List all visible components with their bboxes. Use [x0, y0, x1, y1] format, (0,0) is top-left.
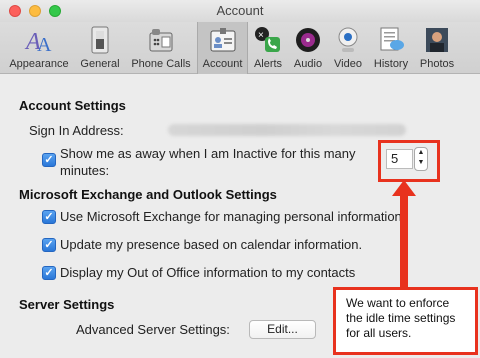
annotation-arrow — [400, 192, 408, 288]
advanced-server-settings-label: Advanced Server Settings: — [76, 322, 230, 337]
annotation-text: We want to enforce the idle time setting… — [336, 290, 475, 352]
svg-text:A: A — [37, 34, 52, 55]
edit-server-settings-button[interactable]: Edit... — [249, 320, 316, 339]
sign-in-address-value-redacted — [168, 124, 406, 136]
out-of-office-checkbox[interactable]: ✓ — [42, 266, 56, 280]
use-exchange-label: Use Microsoft Exchange for managing pers… — [60, 209, 402, 224]
tab-alerts[interactable]: × Alerts — [250, 22, 286, 74]
update-presence-label: Update my presence based on calendar inf… — [60, 237, 363, 252]
title-bar: Account — [0, 0, 480, 22]
update-presence-checkbox[interactable]: ✓ — [42, 238, 56, 252]
exchange-settings-heading: Microsoft Exchange and Outlook Settings — [19, 187, 277, 202]
out-of-office-label: Display my Out of Office information to … — [60, 265, 356, 280]
svg-text:×: × — [258, 30, 264, 41]
window-title: Account — [216, 3, 264, 18]
tab-audio[interactable]: Audio — [288, 22, 328, 74]
alerts-icon: × — [255, 27, 280, 52]
tab-phone-calls[interactable]: Phone Calls — [126, 22, 196, 74]
annotation-callout: We want to enforce the idle time setting… — [333, 287, 478, 355]
tab-video[interactable]: Video — [330, 22, 366, 74]
phone-icon — [149, 29, 173, 52]
history-icon — [380, 27, 404, 51]
close-window-button[interactable] — [9, 5, 21, 17]
webcam-icon — [338, 27, 358, 52]
zoom-window-button[interactable] — [49, 5, 61, 17]
tab-appearance[interactable]: A A Appearance — [4, 22, 74, 74]
tab-photos[interactable]: Photos — [415, 22, 459, 74]
account-settings-heading: Account Settings — [19, 98, 126, 113]
use-exchange-checkbox[interactable]: ✓ — [42, 210, 56, 224]
annotation-highlight-box — [378, 140, 440, 182]
away-when-inactive-label-line2: minutes: — [60, 163, 110, 178]
server-settings-heading: Server Settings — [19, 297, 115, 312]
audio-icon — [296, 28, 320, 52]
tab-general[interactable]: General — [76, 22, 124, 74]
preferences-toolbar: A A Appearance General Phone Calls Accou… — [0, 22, 480, 74]
photos-icon — [426, 28, 448, 52]
appearance-icon: A A — [24, 29, 52, 55]
tab-history[interactable]: History — [368, 22, 414, 74]
tab-account[interactable]: Account — [197, 22, 248, 74]
away-when-inactive-label: Show me as away when I am Inactive for t… — [60, 146, 356, 161]
account-card-icon — [210, 28, 235, 52]
general-switch-icon — [91, 26, 109, 54]
away-when-inactive-checkbox[interactable]: ✓ — [42, 153, 56, 167]
sign-in-address-label: Sign In Address: — [29, 123, 124, 138]
minimize-window-button[interactable] — [29, 5, 41, 17]
